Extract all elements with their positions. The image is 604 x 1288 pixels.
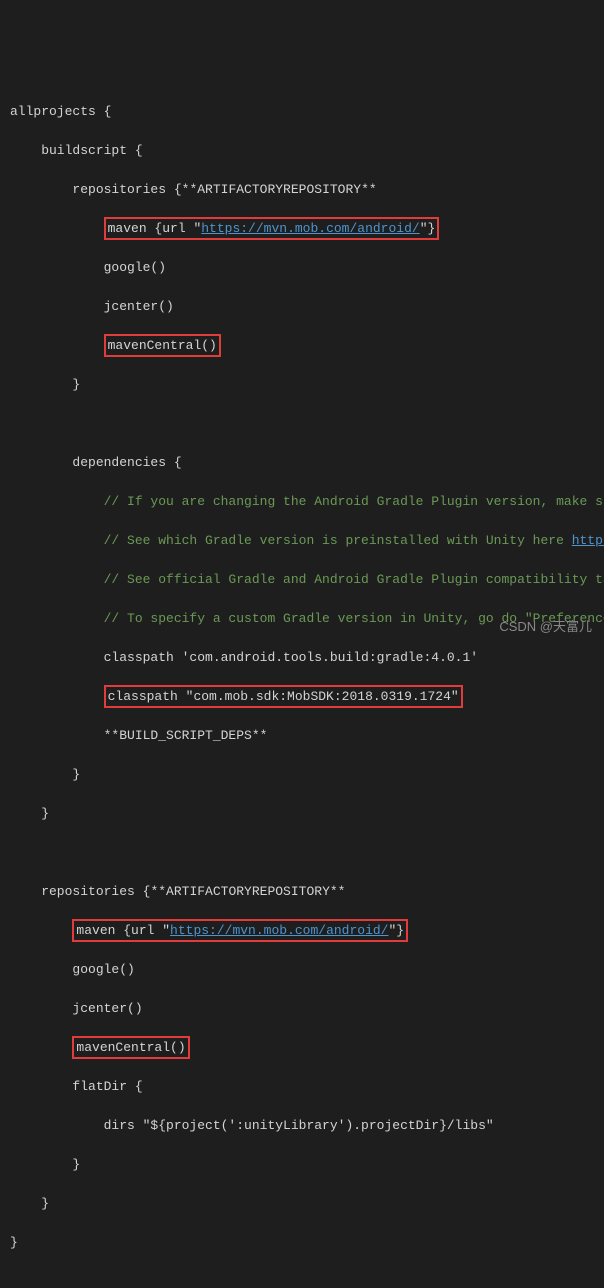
code-line: } [0, 765, 604, 785]
code-editor: allprojects { buildscript { repositories… [0, 82, 604, 1288]
code-line: repositories {**ARTIFACTORYREPOSITORY** [0, 180, 604, 200]
code-line: } [0, 804, 604, 824]
code-text: "} [420, 221, 436, 236]
highlight-maven-central-1: mavenCentral() [104, 334, 221, 358]
code-line: classpath 'com.android.tools.build:gradl… [0, 648, 604, 668]
code-text: repositories { [10, 182, 182, 197]
code-line: **BUILD_SCRIPT_DEPS** [0, 726, 604, 746]
code-line: repositories {**ARTIFACTORYREPOSITORY** [0, 882, 604, 902]
code-line: dependencies { [0, 453, 604, 473]
code-text: maven {url " [76, 923, 170, 938]
code-line: maven {url "https://mvn.mob.com/android/… [0, 921, 604, 941]
code-line: // See which Gradle version is preinstal… [0, 531, 604, 551]
code-line: } [0, 375, 604, 395]
code-line: flatDir { [0, 1077, 604, 1097]
code-line: maven {url "https://mvn.mob.com/android/… [0, 219, 604, 239]
url-link[interactable]: https:// [572, 533, 604, 548]
code-line: } [0, 1155, 604, 1175]
watermark: CSDN @天富儿 [499, 617, 592, 637]
highlight-maven-central-2: mavenCentral() [72, 1036, 189, 1060]
highlight-maven-url-1: maven {url "https://mvn.mob.com/android/… [104, 217, 440, 241]
code-line: google() [0, 960, 604, 980]
code-line [0, 414, 604, 434]
highlight-classpath: classpath "com.mob.sdk:MobSDK:2018.0319.… [104, 685, 463, 709]
code-line: allprojects { [0, 102, 604, 122]
code-line: jcenter() [0, 297, 604, 317]
code-line [0, 843, 604, 863]
code-comment: // See official Gradle and Android Gradl… [0, 570, 604, 590]
code-line [0, 1272, 604, 1288]
code-line: google() [0, 258, 604, 278]
code-line: classpath "com.mob.sdk:MobSDK:2018.0319.… [0, 687, 604, 707]
url-link[interactable]: https://mvn.mob.com/android/ [201, 221, 419, 236]
highlight-maven-url-2: maven {url "https://mvn.mob.com/android/… [72, 919, 408, 943]
code-line: } [0, 1233, 604, 1253]
code-text: "} [388, 923, 404, 938]
code-line: mavenCentral() [0, 336, 604, 356]
code-comment: // See which Gradle version is preinstal… [10, 533, 572, 548]
code-text: repositories { [10, 884, 150, 899]
code-text: maven {url " [108, 221, 202, 236]
url-link[interactable]: https://mvn.mob.com/android/ [170, 923, 388, 938]
code-line: } [0, 1194, 604, 1214]
code-comment: // If you are changing the Android Gradl… [0, 492, 604, 512]
code-line: jcenter() [0, 999, 604, 1019]
code-line: dirs "${project(':unityLibrary').project… [0, 1116, 604, 1136]
code-line: mavenCentral() [0, 1038, 604, 1058]
artifact-placeholder: **ARTIFACTORYREPOSITORY** [150, 884, 345, 899]
code-line: buildscript { [0, 141, 604, 161]
artifact-placeholder: **ARTIFACTORYREPOSITORY** [182, 182, 377, 197]
